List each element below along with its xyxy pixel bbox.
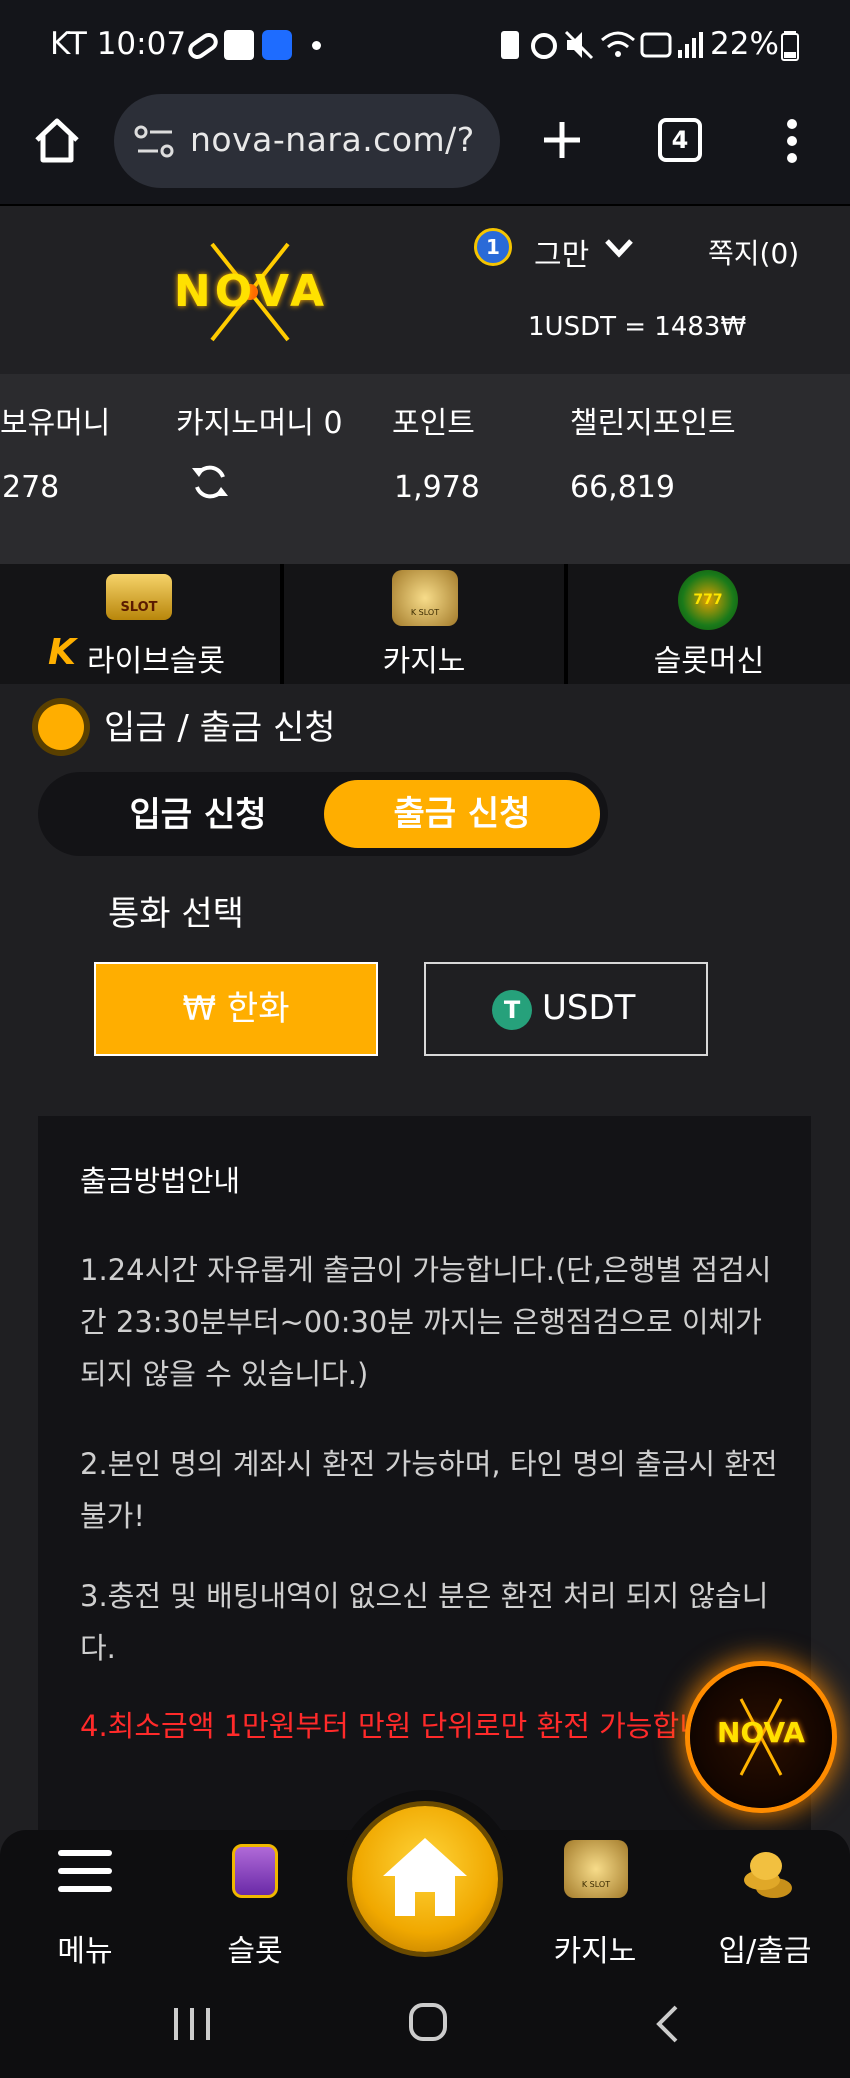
guide-item-2: 2.본인 명의 계좌시 환전 가능하며, 타인 명의 출금시 환전 불가! [80, 1447, 778, 1533]
sol-pay-app-icon [262, 30, 292, 60]
address-bar[interactable]: nova-nara.com/? [114, 94, 500, 188]
wifi-icon [601, 31, 635, 57]
tab-casino[interactable]: K SLOT 카지노 [284, 564, 568, 684]
recent-apps-icon[interactable] [172, 2006, 212, 2042]
battery-saver-icon [501, 31, 519, 59]
mute-icon [564, 30, 594, 60]
link-icon [188, 32, 218, 60]
logo-text: NOVA [173, 266, 329, 317]
challenge-points-value: 66,819 [570, 470, 675, 505]
usdt-label: USDT [542, 988, 636, 1028]
withdraw-request-tab[interactable]: 출금 신청 [324, 780, 600, 848]
exchange-rate: 1USDT = 1483₩ [528, 312, 747, 342]
site-logo[interactable]: NOVA [150, 236, 350, 346]
game-category-tabs: SLOT K 라이브슬롯 K SLOT 카지노 777 슬롯머신 [0, 564, 850, 684]
messages-link[interactable]: 쪽지(0) [708, 232, 799, 272]
balance-panel: 보유머니 278 카지노머니 0 포인트 1,978 챌린지포인트 66,819 [0, 374, 850, 564]
holding-money-label: 보유머니 [0, 406, 111, 441]
more-menu-icon[interactable] [782, 116, 802, 166]
tab-casino-label: 카지노 [382, 644, 466, 679]
system-home-icon[interactable] [408, 2002, 448, 2042]
nav-slot-label: 슬롯 [227, 1934, 283, 1969]
nav-deposit-withdraw-label: 입/출금 [718, 1934, 812, 1969]
home-icon[interactable] [32, 116, 82, 164]
k-slot-icon: K SLOT [392, 570, 458, 626]
fab-logo-text: NOVA [717, 1716, 805, 1749]
nav-menu[interactable]: 메뉴 [0, 1830, 170, 1974]
currency-select-label: 통화 선택 [108, 894, 244, 934]
nav-deposit-withdraw[interactable]: 입/출금 [680, 1830, 850, 1974]
section-title: 입금 / 출금 신청 [104, 708, 336, 748]
points-value: 1,978 [394, 470, 480, 505]
username[interactable]: 그만 [534, 230, 589, 274]
tether-icon: T [492, 990, 532, 1030]
new-tab-icon[interactable] [540, 118, 584, 162]
guide-title: 출금방법안내 [80, 1164, 241, 1198]
coins-icon [744, 1852, 792, 1898]
tab-live-slot-label: 라이브슬롯 [87, 644, 225, 679]
notification-dot-icon [312, 41, 321, 50]
deposit-request-tab[interactable]: 입금 신청 [78, 784, 318, 846]
carrier-time: KT 10:07 [50, 26, 187, 62]
casino-k-slot-icon: K SLOT [564, 1840, 628, 1898]
krw-currency-button[interactable]: ₩ 한화 [94, 962, 378, 1056]
holding-money-value: 278 [2, 470, 60, 505]
slots-777-icon: 777 [678, 570, 738, 630]
tab-slot-machine-label: 슬롯머신 [653, 644, 765, 679]
nova-floating-button[interactable]: NOVA [690, 1666, 832, 1808]
nav-casino-label: 카지노 [553, 1934, 637, 1969]
back-icon[interactable] [654, 2004, 680, 2044]
live-slot-icon: SLOT [106, 574, 172, 620]
guide-item-3: 3.충전 및 배팅내역이 없으신 분은 환전 처리 되지 않습니다. [80, 1579, 769, 1665]
refresh-icon[interactable] [190, 462, 230, 502]
nav-menu-label: 메뉴 [57, 1934, 113, 1969]
hamburger-menu-icon [58, 1850, 112, 1892]
home-button[interactable] [352, 1806, 498, 1952]
deposit-withdraw-toggle: 입금 신청 출금 신청 [38, 772, 608, 856]
nav-casino[interactable]: K SLOT 카지노 [510, 1830, 680, 1974]
site-settings-icon[interactable] [134, 124, 176, 160]
home-icon [383, 1838, 467, 1916]
nav-slot[interactable]: 슬롯 [170, 1830, 340, 1974]
points-label: 포인트 [392, 406, 475, 441]
alarm-icon [531, 33, 557, 59]
guide-item-4: 4.최소금액 1만원부터 만원 단위로만 환전 가능합니다. [80, 1709, 742, 1743]
bybit-app-icon [224, 30, 254, 60]
hd-voice-icon [640, 32, 672, 58]
tab-live-slot[interactable]: SLOT K 라이브슬롯 [0, 564, 284, 684]
battery-percent: 22% [710, 26, 779, 62]
browser-toolbar: nova-nara.com/? 4 [0, 90, 850, 206]
slot-machine-icon [232, 1844, 278, 1898]
chevron-down-icon[interactable] [604, 238, 634, 258]
system-navigation-bar [0, 1974, 850, 2078]
tab-slot-machine[interactable]: 777 슬롯머신 [568, 564, 850, 684]
status-bar: KT 10:07 22% [0, 0, 850, 90]
tab-switcher-button[interactable]: 4 [658, 118, 702, 162]
guide-item-1: 1.24시간 자유롭게 출금이 가능합니다.(단,은행별 점검시간 23:30분… [80, 1253, 772, 1391]
challenge-points-label: 챌린지포인트 [570, 406, 736, 441]
battery-icon [781, 31, 799, 61]
casino-money-label: 카지노머니 0 [176, 406, 343, 441]
site-header: NOVA 1 그만 쪽지(0) 1USDT = 1483₩ [0, 206, 850, 374]
section-bullet-icon [38, 704, 84, 750]
signal-icon [678, 32, 703, 58]
usdt-currency-button[interactable]: T USDT [424, 962, 708, 1056]
level-badge: 1 [474, 228, 512, 266]
url-text[interactable]: nova-nara.com/? [190, 120, 475, 159]
